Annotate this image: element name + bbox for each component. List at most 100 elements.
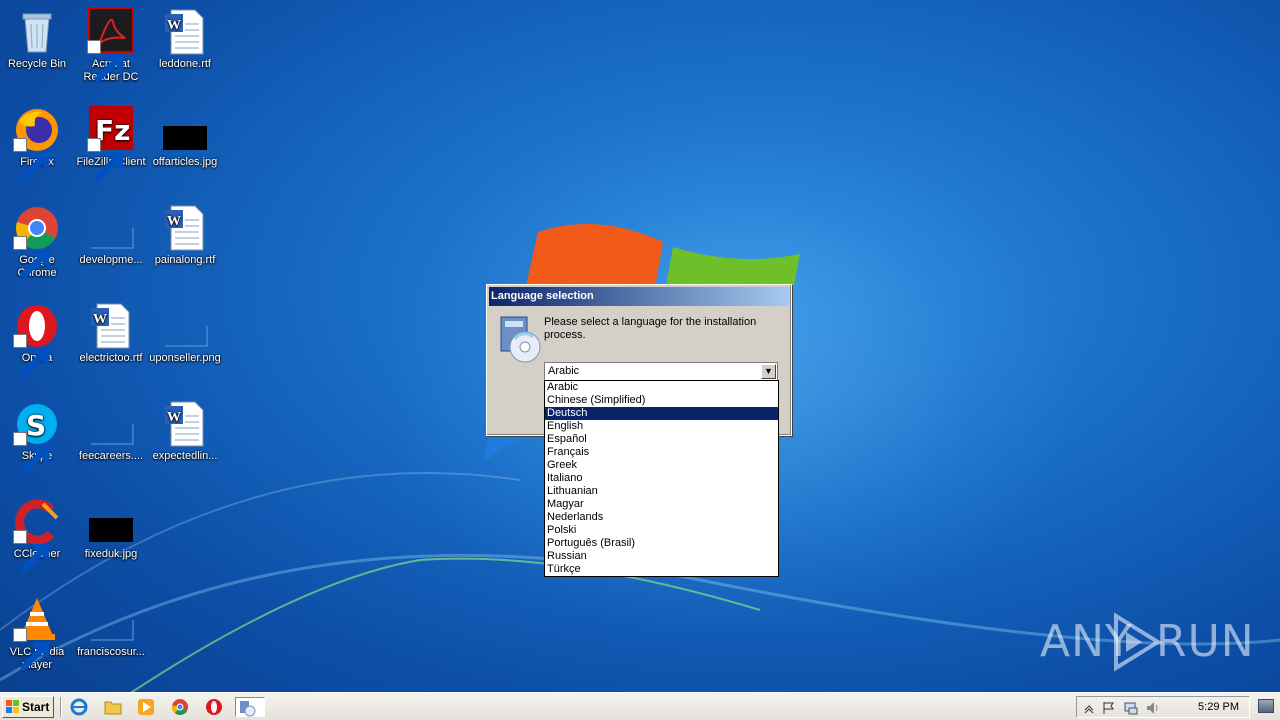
language-option[interactable]: Français	[545, 446, 778, 459]
desktop-icon-opera[interactable]: Opera	[0, 302, 74, 378]
language-option[interactable]: Nederlands	[545, 511, 778, 524]
desktop-icon-feecareers[interactable]: feecareers....	[74, 400, 148, 463]
installer-cd-icon	[500, 316, 541, 363]
shortcut-arrow-icon	[13, 334, 50, 378]
desktop-icon-electrictoo[interactable]: W electrictoo.rtf	[74, 302, 148, 365]
taskbar-installer-button[interactable]	[235, 697, 265, 717]
network-icon[interactable]	[1123, 700, 1139, 716]
watermark-right-text: RUN	[1156, 616, 1255, 667]
desktop-icon-vlc[interactable]: VLC media player	[0, 596, 74, 672]
desktop-icon-offarticles[interactable]: offarticles.jpg	[148, 106, 222, 169]
desktop-icon-label: electrictoo.rtf	[79, 352, 143, 364]
windows-flag-icon	[6, 700, 19, 713]
word-document-icon: W	[165, 205, 204, 251]
language-option[interactable]: English	[545, 420, 778, 433]
blank-file-icon	[91, 228, 134, 249]
desktop-icon-label: expectedlin...	[152, 450, 218, 462]
clock[interactable]: 5:29 PM	[1198, 701, 1239, 713]
start-label: Start	[22, 700, 50, 714]
language-option[interactable]: Türkçe	[545, 563, 778, 576]
desktop-icon-filezilla[interactable]: Fz FileZilla Client	[74, 106, 148, 182]
taskbar-explorer-button[interactable]	[102, 697, 124, 717]
taskbar: Start 5:29 PM	[0, 692, 1280, 720]
shortcut-arrow-icon	[13, 236, 50, 280]
desktop-icon-label: leddone.rtf	[159, 58, 211, 70]
language-option[interactable]: Magyar	[545, 498, 778, 511]
shortcut-arrow-icon	[13, 138, 50, 182]
show-hidden-icons-chevron-up-icon[interactable]	[1081, 700, 1097, 716]
dialog-prompt: Please select a language for the install…	[544, 316, 757, 341]
desktop-icon-firefox[interactable]: Firefox	[0, 106, 74, 182]
word-document-icon: W	[165, 401, 204, 447]
desktop-icon-label: feecareers....	[78, 450, 144, 462]
desktop-icon-label: uponseller.png	[149, 352, 221, 364]
language-option[interactable]: Chinese (Simplified)	[545, 394, 778, 407]
recycle-bin-icon	[22, 13, 52, 53]
show-desktop-button[interactable]	[1258, 699, 1274, 713]
language-option[interactable]: Arabic	[545, 381, 778, 394]
desktop-icon-ccleaner[interactable]: CCleaner	[0, 498, 74, 574]
blank-file-icon	[165, 326, 208, 347]
volume-icon[interactable]	[1145, 700, 1161, 716]
desktop-icon-expectedlin[interactable]: W expectedlin...	[148, 400, 222, 463]
language-option[interactable]: Russian	[545, 550, 778, 563]
media-player-icon	[138, 699, 154, 715]
action-center-flag-icon[interactable]	[1101, 700, 1117, 716]
image-file-icon	[163, 126, 207, 150]
svg-text:W: W	[167, 410, 181, 425]
desktop-icon-fixeduk[interactable]: fixeduk.jpg	[74, 498, 148, 561]
desktop-icon-label: offarticles.jpg	[152, 156, 218, 168]
blank-file-icon	[91, 620, 134, 641]
taskbar-media-player-button[interactable]	[135, 697, 157, 717]
language-select[interactable]: Arabic ▼	[544, 362, 778, 381]
language-option[interactable]: Italiano	[545, 472, 778, 485]
language-option[interactable]: Lithuanian	[545, 485, 778, 498]
shortcut-arrow-icon	[13, 628, 50, 672]
word-document-icon: W	[91, 303, 130, 349]
desktop-icon-recycle-bin[interactable]: Recycle Bin	[0, 8, 74, 71]
taskbar-ie-button[interactable]	[68, 697, 90, 717]
shortcut-arrow-icon	[87, 138, 124, 182]
language-dropdown-list: Arabic Chinese (Simplified) Deutsch Engl…	[544, 380, 779, 577]
folder-icon	[104, 701, 122, 715]
language-option[interactable]: Greek	[545, 459, 778, 472]
language-option-highlighted[interactable]: Deutsch	[545, 407, 778, 420]
desktop-icon-label: franciscosur...	[77, 646, 145, 658]
image-file-icon	[89, 518, 133, 542]
chevron-down-icon: ▼	[764, 366, 773, 376]
system-tray: 5:29 PM	[1076, 696, 1250, 718]
desktop-icon-uponseller[interactable]: uponseller.png	[148, 302, 222, 365]
desktop-icon-label: developme...	[79, 254, 143, 266]
shortcut-arrow-icon	[87, 40, 124, 84]
desktop-icon-label: fixeduk.jpg	[84, 548, 138, 560]
taskbar-chrome-button[interactable]	[169, 697, 191, 717]
desktop-icon-painalong[interactable]: W painalong.rtf	[148, 204, 222, 267]
chrome-icon	[171, 699, 188, 715]
start-button[interactable]: Start	[2, 696, 54, 718]
svg-text:W: W	[167, 214, 181, 229]
taskbar-opera-button[interactable]	[203, 697, 225, 717]
desktop-icon-skype[interactable]: S Skype	[0, 400, 74, 476]
desktop-icon-developme[interactable]: developme...	[74, 204, 148, 267]
desktop-icon-chrome[interactable]: Google Chrome	[0, 204, 74, 280]
desktop-icon-label: painalong.rtf	[154, 254, 216, 266]
language-option[interactable]: Polski	[545, 524, 778, 537]
dialog-title[interactable]: Language selection	[489, 287, 789, 306]
taskbar-separator	[60, 697, 62, 717]
svg-text:W: W	[167, 18, 181, 33]
shortcut-arrow-icon	[13, 530, 50, 574]
opera-icon	[206, 699, 222, 715]
shortcut-arrow-icon	[13, 432, 50, 476]
language-option[interactable]: Português (Brasil)	[545, 537, 778, 550]
internet-explorer-icon	[70, 698, 88, 716]
desktop-icon-label: Recycle Bin	[7, 58, 67, 70]
dropdown-arrow-button[interactable]: ▼	[761, 364, 776, 379]
desktop-icon-acrobat[interactable]: Acrobat Reader DC	[74, 8, 148, 84]
desktop-icon-leddone[interactable]: W leddone.rtf	[148, 8, 222, 71]
blank-file-icon	[91, 424, 134, 445]
language-select-value: Arabic	[548, 365, 580, 377]
language-option[interactable]: Español	[545, 433, 778, 446]
desktop-icon-franciscosur[interactable]: franciscosur...	[74, 596, 148, 659]
word-document-icon: W	[165, 9, 204, 55]
svg-text:W: W	[93, 312, 107, 327]
